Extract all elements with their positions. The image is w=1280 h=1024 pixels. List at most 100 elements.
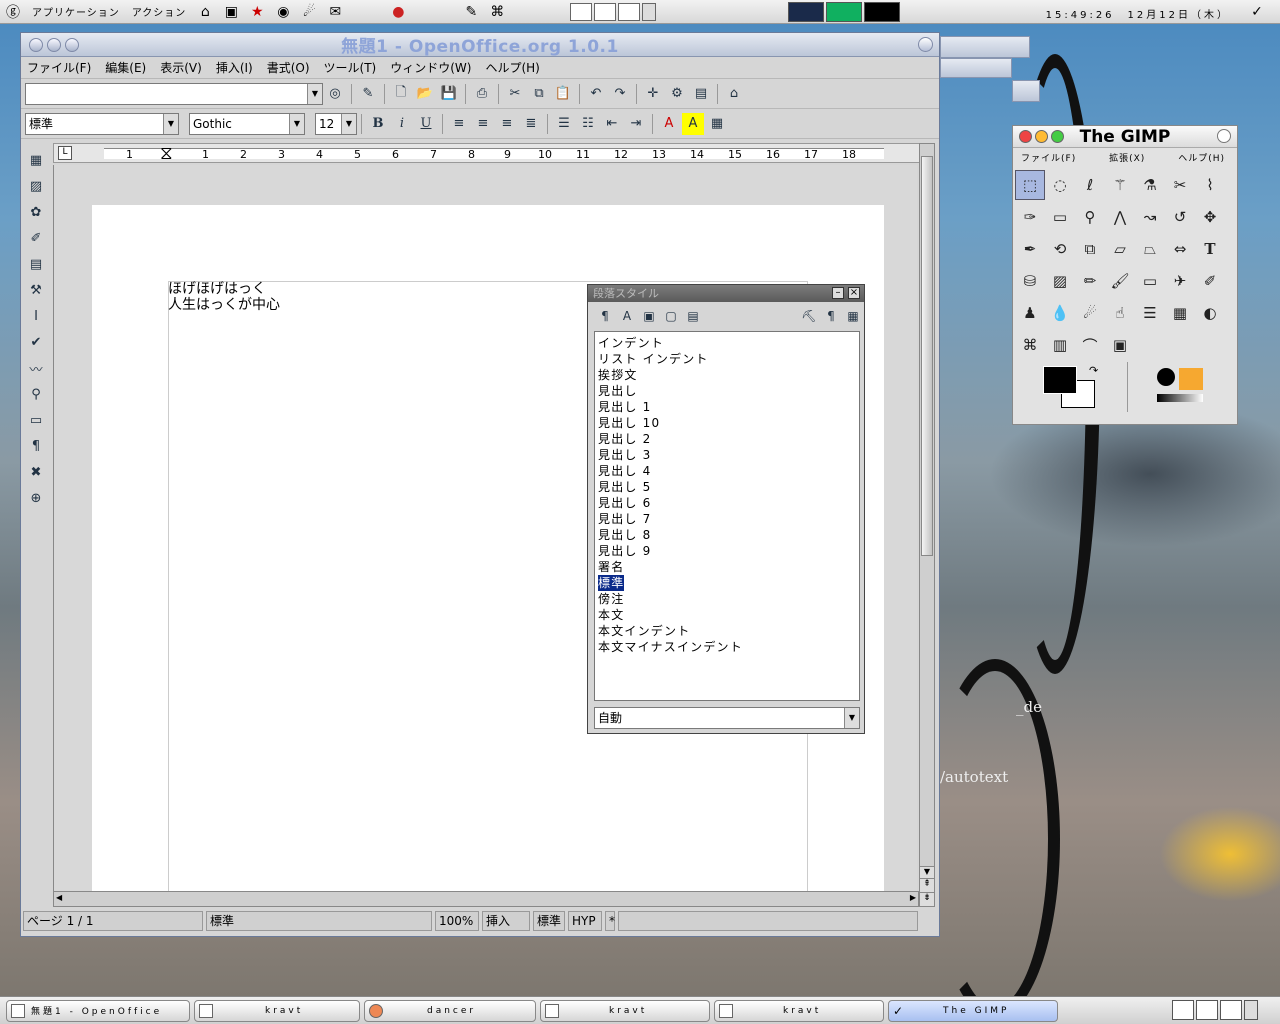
task-gimp[interactable]: ✓ The GIMP (888, 999, 1058, 1022)
minimize-button[interactable] (47, 38, 61, 52)
menu-edit[interactable]: 編集(E) (105, 59, 146, 76)
status-zoom[interactable]: 100% (435, 911, 479, 931)
decrease-indent-icon[interactable]: ⇤ (601, 113, 623, 135)
smudge-icon[interactable]: ☄ (1075, 298, 1105, 328)
bezier-select-icon[interactable]: ⌇ (1195, 170, 1225, 200)
launcher-icon[interactable]: ☄ (299, 2, 319, 22)
next-page-icon[interactable]: ⇟ (920, 892, 934, 906)
chevron-down-icon[interactable]: ▼ (163, 113, 178, 134)
ellipse-select-icon[interactable]: ◌ (1045, 170, 1075, 200)
cut-icon[interactable]: ✂ (504, 83, 526, 105)
dodge-burn-icon[interactable]: ☝ (1105, 298, 1135, 328)
iscissors-icon[interactable]: ✑ (1015, 202, 1045, 232)
paste-icon[interactable]: 📋 (552, 83, 574, 105)
numbering-icon[interactable]: ☰ (553, 113, 575, 135)
workspace-3[interactable] (618, 2, 641, 21)
workspace-4[interactable] (642, 2, 657, 21)
workspace-pager[interactable] (1172, 1000, 1260, 1020)
contrast-icon[interactable]: ◐ (1195, 298, 1225, 328)
bucket-fill-icon[interactable]: ⛁ (1015, 266, 1045, 296)
numbering-styles-icon[interactable]: ▤ (683, 306, 703, 326)
character-styles-icon[interactable]: A (617, 306, 637, 326)
color-balance-icon[interactable]: ▦ (1165, 298, 1195, 328)
star-icon[interactable]: ★ (247, 2, 267, 22)
chevron-down-icon[interactable]: ▼ (844, 708, 859, 728)
style-list-item[interactable]: 見出し 8 (598, 527, 856, 543)
brush-indicator[interactable] (1157, 368, 1175, 386)
styles-titlebar[interactable]: 段落スタイル – × (588, 285, 864, 302)
scroll-right-icon[interactable]: ▶ (910, 893, 916, 902)
highlight-icon[interactable]: A (682, 112, 704, 135)
paragraph-styles-icon[interactable]: ¶ (595, 306, 615, 326)
previous-page-icon[interactable]: ⇞ (920, 878, 934, 892)
chevron-down-icon[interactable]: ▼ (289, 113, 304, 134)
blur-icon[interactable]: 💧 (1045, 298, 1075, 328)
background-window-titlebar[interactable] (940, 36, 1030, 58)
style-list-item[interactable]: 本文マイナスインデント (598, 639, 856, 655)
copy-icon[interactable]: ⧉ (528, 83, 550, 105)
scrollbar-thumb[interactable] (921, 156, 933, 556)
eraser-icon[interactable]: ▭ (1135, 266, 1165, 296)
home-icon[interactable]: ⌂ (195, 2, 215, 22)
task-kravt-3[interactable]: kravt (714, 999, 884, 1022)
menu-window[interactable]: ウィンドウ(W) (390, 59, 471, 76)
styles-list[interactable]: インデント リスト インデント 挨拶文 見出し 見出し 1 見出し 10 見出し 2 見出し … (594, 331, 860, 701)
foot-icon[interactable]: ⓖ (3, 2, 23, 22)
update-style-icon[interactable]: ▦ (843, 306, 863, 326)
style-list-item[interactable]: 本文インデント (598, 623, 856, 639)
close-button[interactable] (1019, 130, 1032, 143)
autospell-icon[interactable]: 〰 (25, 357, 47, 379)
menu-format[interactable]: 書式(O) (267, 59, 310, 76)
task-kravt-1[interactable]: kravt (194, 999, 360, 1022)
swap-colors-icon[interactable]: ↷ (1089, 364, 1098, 377)
gradient-indicator[interactable] (1157, 394, 1203, 402)
status-hyperlink-mode[interactable]: HYP (568, 911, 602, 931)
foreground-color-swatch[interactable] (1043, 366, 1077, 394)
minimize-button[interactable] (1035, 130, 1048, 143)
redo-icon[interactable]: ↷ (609, 83, 631, 105)
gradient-icon[interactable]: ▨ (1045, 266, 1075, 296)
actions-menu[interactable]: アクション (126, 4, 193, 19)
bullets-icon[interactable]: ☷ (577, 113, 599, 135)
style-list-item[interactable]: 見出し 3 (598, 447, 856, 463)
paintbrush-icon[interactable]: 🖌 (1105, 266, 1135, 296)
status-selection-mode[interactable]: 標準 (533, 911, 565, 931)
shade-button[interactable] (918, 37, 933, 52)
insert-object-icon[interactable]: ▨ (25, 175, 47, 197)
styles-filter-combo[interactable]: 自動 ▼ (594, 707, 860, 729)
page-styles-icon[interactable]: ▢ (661, 306, 681, 326)
shade-button[interactable] (1217, 129, 1231, 143)
menu-tools[interactable]: ツール(T) (324, 59, 377, 76)
style-list-item[interactable]: 見出し 1 (598, 399, 856, 415)
scissors-icon[interactable]: ✂ (1165, 170, 1195, 200)
style-list-item[interactable]: 標準 (598, 575, 856, 591)
find-icon[interactable]: ⚲ (25, 383, 47, 405)
style-list-item[interactable]: 傍注 (598, 591, 856, 607)
transform-icon[interactable]: ↺ (1165, 202, 1195, 232)
spellcheck-icon[interactable]: ✔ (25, 331, 47, 353)
form-icon[interactable]: ▤ (25, 253, 47, 275)
status-insert-mode[interactable]: 挿入 (482, 911, 530, 931)
chevron-down-icon[interactable]: ▼ (341, 113, 356, 134)
menu-help[interactable]: ヘルプ(H) (485, 59, 539, 76)
insert-fields-icon[interactable]: ✿ (25, 201, 47, 223)
align-right-icon[interactable]: ≡ (496, 113, 518, 135)
clone-icon[interactable]: ♟ (1015, 298, 1045, 328)
launcher-icon[interactable]: ✉ (325, 2, 345, 22)
data-sources-icon[interactable]: ⌂ (723, 83, 745, 105)
font-color-icon[interactable]: A (658, 113, 680, 135)
gallery-icon[interactable]: ▤ (690, 83, 712, 105)
task-dancer[interactable]: dancer (364, 999, 536, 1022)
autopilot-icon[interactable]: ⚒ (25, 279, 47, 301)
gradient-editor-icon[interactable]: ▣ (1105, 330, 1135, 360)
nonprinting-chars-icon[interactable]: ¶ (25, 435, 47, 457)
workspace-2[interactable] (1196, 1000, 1218, 1020)
vertical-scrollbar[interactable]: ▼ ⇞ ⇟ (919, 143, 935, 907)
close-button[interactable]: × (848, 287, 860, 299)
undo-icon[interactable]: ↶ (585, 83, 607, 105)
perspective-icon[interactable]: ⏢ (1135, 234, 1165, 264)
gimp-menu-file[interactable]: ファイル(F) (1021, 151, 1076, 164)
horizontal-scrollbar[interactable]: ◀ ▶ (53, 891, 919, 907)
menu-view[interactable]: 表示(V) (160, 59, 202, 76)
new-style-icon[interactable]: ¶ (821, 306, 841, 326)
